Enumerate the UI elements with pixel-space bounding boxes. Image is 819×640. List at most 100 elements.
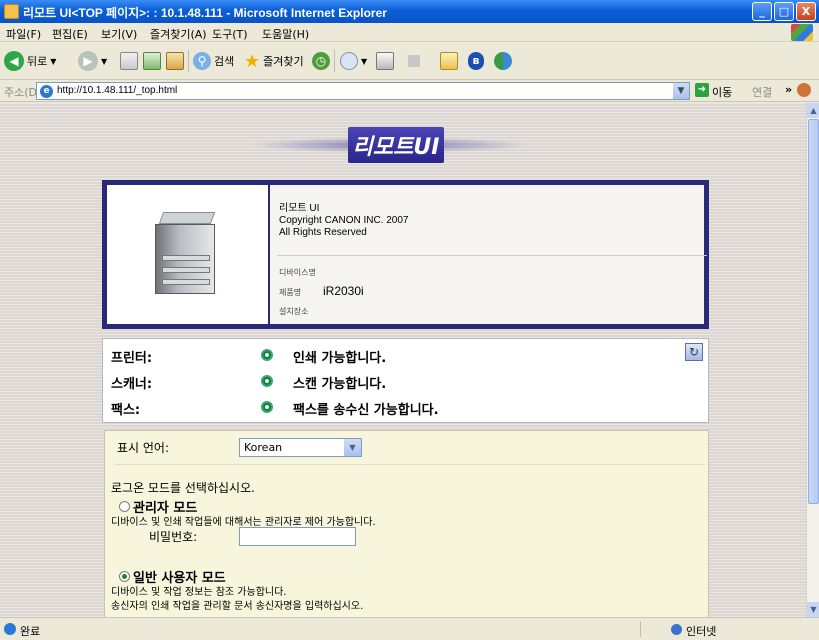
minimize-button[interactable]: _ — [752, 2, 772, 21]
edit-icon — [408, 55, 420, 67]
print-button[interactable] — [376, 50, 394, 72]
home-button[interactable] — [166, 50, 184, 72]
tools-icon[interactable] — [797, 83, 811, 97]
copier-drawer — [162, 255, 210, 261]
messenger-button[interactable] — [494, 50, 512, 72]
status-ok-icon — [261, 375, 273, 387]
printer-label: 프린터: — [111, 351, 153, 366]
links-label[interactable]: 연결 — [752, 84, 772, 100]
banner-title: 리모트UI — [352, 135, 440, 160]
search-icon: ⚲ — [193, 52, 211, 70]
windows-logo-icon — [791, 24, 813, 41]
close-button[interactable]: X — [796, 2, 816, 21]
chevron-down-icon: ▼ — [361, 56, 368, 66]
scroll-down-icon[interactable]: ▼ — [807, 602, 819, 617]
login-divider — [115, 464, 705, 465]
user-mode-instruction: 송신자의 인쇄 작업을 관리할 문서 송신자명을 입력하십시오. — [111, 601, 364, 612]
scroll-thumb[interactable] — [808, 119, 819, 504]
vertical-scrollbar[interactable]: ▲ ▼ — [806, 103, 819, 617]
device-info-panel: 리모트 UI Copyright CANON INC. 2007 All Rig… — [102, 180, 709, 329]
chevron-down-icon: ▼ — [50, 56, 57, 66]
back-label: 뒤로 — [27, 55, 48, 68]
menu-favorites[interactable]: 즐겨찾기(A) — [150, 26, 207, 42]
product-label: 리모트 UI — [279, 203, 320, 214]
page-status-icon — [4, 623, 16, 635]
zone-label: 인터넷 — [686, 625, 717, 638]
menu-file[interactable]: 파일(F) — [6, 26, 41, 42]
folder-button[interactable] — [440, 50, 458, 72]
search-button[interactable]: ⚲ 검색 — [193, 50, 234, 72]
go-arrow-icon[interactable]: ➜ — [695, 83, 709, 97]
scanner-label: 스캐너: — [111, 377, 153, 392]
info-divider — [277, 255, 707, 256]
password-field[interactable] — [239, 527, 356, 546]
favorites-button[interactable]: ★ 즐겨찾기 — [244, 50, 304, 72]
device-image-cell — [107, 185, 270, 324]
forward-arrow-icon: ▶ — [78, 51, 98, 71]
refresh-icon — [143, 52, 161, 70]
copier-drawer — [162, 279, 210, 285]
toolbar-separator — [334, 50, 335, 72]
fax-status-row: 팩스: 팩스를 송수신 가능합니다. — [111, 397, 701, 418]
window-title: 리모트 UI<TOP 페이지>: : 10.1.48.111 - Microso… — [23, 6, 387, 20]
chevron-down-icon[interactable]: ▼ — [673, 83, 689, 99]
history-icon: ◷ — [312, 52, 330, 70]
page-content: 리모트UI 리모트 UI Copyright CANON INC. 2007 A… — [0, 103, 806, 617]
user-mode-radio[interactable] — [119, 571, 130, 582]
printer-status-row: 프린터: 인쇄 가능합니다. — [111, 345, 701, 366]
back-arrow-icon: ◀ — [4, 51, 24, 71]
location-label: 설치장소 — [279, 307, 309, 316]
ie-app-icon — [4, 4, 19, 19]
address-bar: 주소(D) e http://10.1.48.111/_top.html ▼ ➜… — [0, 80, 819, 102]
login-panel: 표시 언어: Korean ▼ 로그온 모드를 선택하십시오. 관리자 모드 디… — [104, 430, 709, 617]
copier-drawer — [162, 267, 210, 273]
login-prompt: 로그온 모드를 선택하십시오. — [111, 481, 255, 495]
remote-ui-banner: 리모트UI — [250, 115, 530, 175]
back-button[interactable]: ◀ 뒤로 ▼ — [4, 50, 56, 72]
admin-mode-radio[interactable] — [119, 501, 130, 512]
stop-button[interactable] — [120, 50, 138, 72]
forward-button[interactable]: ▶ ▼ — [78, 50, 107, 72]
title-bar: 리모트 UI<TOP 페이지>: : 10.1.48.111 - Microso… — [0, 0, 819, 23]
product-name-value: iR2030i — [323, 284, 364, 298]
menu-tools[interactable]: 도구(T) — [212, 26, 248, 42]
star-icon: ★ — [244, 50, 261, 72]
go-button[interactable]: 이동 — [712, 84, 732, 100]
maximize-button[interactable]: □ — [774, 2, 794, 21]
copier-image — [155, 212, 219, 294]
chevron-down-icon[interactable]: ▼ — [344, 439, 361, 456]
menu-edit[interactable]: 편집(E) — [52, 26, 88, 42]
menu-help[interactable]: 도움말(H) — [262, 26, 309, 42]
copyright-block: 리모트 UI Copyright CANON INC. 2007 All Rig… — [279, 203, 409, 239]
toolbar: ◀ 뒤로 ▼ ▶ ▼ ⚲ 검색 ★ 즐겨찾기 ◷ ▼ ʙ — [0, 42, 819, 80]
language-select[interactable]: Korean ▼ — [239, 438, 362, 457]
fax-status-text: 팩스를 송수신 가능합니다. — [293, 403, 439, 418]
copier-body — [155, 224, 215, 294]
menu-view[interactable]: 보기(V) — [101, 26, 137, 42]
rights-text: All Rights Reserved — [279, 227, 367, 238]
scanner-status-row: 스캐너: 스캔 가능합니다. — [111, 371, 701, 392]
home-icon — [166, 52, 184, 70]
edit-button[interactable] — [408, 50, 420, 72]
user-mode-description: 디바이스 및 작업 정보는 참조 가능합니다. — [111, 587, 287, 598]
mail-button[interactable]: ▼ — [340, 50, 367, 72]
history-button[interactable]: ◷ — [312, 50, 330, 72]
refresh-button[interactable] — [143, 50, 161, 72]
address-url: http://10.1.48.111/_top.html — [57, 85, 178, 96]
mail-icon — [340, 52, 358, 70]
scroll-up-icon[interactable]: ▲ — [807, 103, 819, 118]
page-icon: e — [40, 85, 53, 98]
address-input[interactable]: e http://10.1.48.111/_top.html ▼ — [36, 82, 690, 100]
copyright-text: Copyright CANON INC. 2007 — [279, 215, 409, 226]
toolbar-overflow-button[interactable]: » — [785, 83, 792, 96]
bluetooth-button[interactable]: ʙ — [468, 50, 484, 72]
copier-feeder — [158, 212, 216, 224]
language-value: Korean — [244, 441, 283, 454]
fax-label: 팩스: — [111, 403, 141, 418]
favorites-label: 즐겨찾기 — [263, 55, 304, 68]
menu-bar: 파일(F) 편집(E) 보기(V) 즐겨찾기(A) 도구(T) 도움말(H) — [0, 23, 819, 42]
folder-icon — [440, 52, 458, 70]
bluetooth-icon: ʙ — [468, 52, 484, 70]
refresh-status-button[interactable]: ↻ — [685, 343, 703, 361]
device-status-panel: 프린터: 인쇄 가능합니다. 스캐너: 스캔 가능합니다. 팩스: 팩스를 송수… — [102, 338, 709, 423]
